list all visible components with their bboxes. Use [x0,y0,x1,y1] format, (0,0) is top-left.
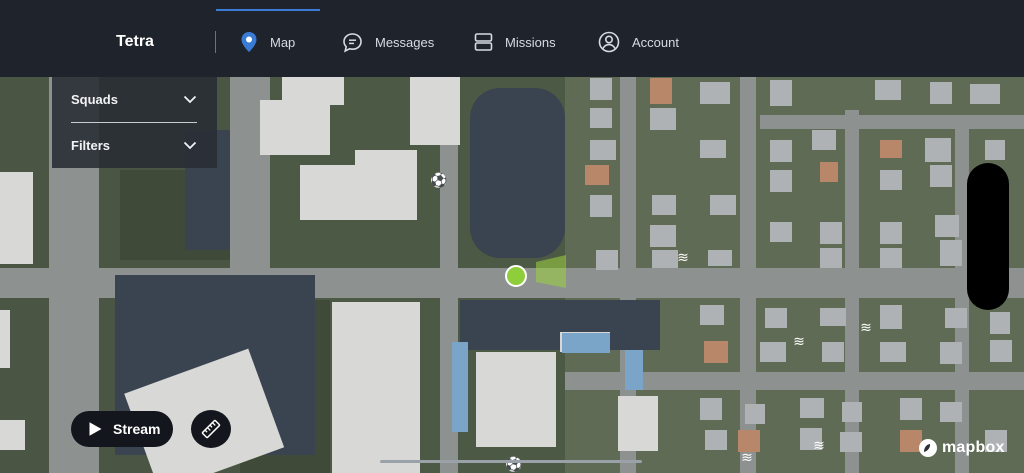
sports-field-icon: ⚽ [505,456,523,472]
squads-dropdown[interactable]: Squads [71,77,197,121]
filters-label: Filters [71,137,111,153]
stream-button[interactable]: Stream [71,411,173,447]
filters-dropdown[interactable]: Filters [71,123,197,167]
side-filter-panel: Squads Filters [52,77,217,168]
nav-item-missions[interactable]: Missions [474,30,556,54]
attribution-text: mapbox [942,439,1005,456]
user-location-marker[interactable] [505,265,527,287]
swimming-pool-icon: ≋ [860,319,872,335]
app-title: Tetra [116,33,154,50]
missions-icon [474,33,493,51]
nav-item-map[interactable]: Map [240,30,295,54]
account-circle-icon [598,31,620,53]
mapbox-logo-icon [919,439,937,457]
chat-bubble-icon [343,32,362,52]
nav-item-account[interactable]: Account [598,30,679,54]
swimming-pool-icon: ≋ [793,333,805,349]
swimming-pool-icon: ≋ [741,449,753,465]
nav-item-label: Account [632,34,679,50]
home-indicator [380,460,642,463]
active-tab-indicator [216,9,320,11]
map-pin-icon [241,32,257,52]
swimming-pool-icon: ≋ [813,437,825,453]
squads-label: Squads [71,91,118,107]
chevron-down-icon [183,141,197,149]
nav-item-label: Map [270,34,296,50]
swimming-pool-icon: ≋ [677,249,689,265]
map-scroll-handle[interactable] [967,163,1009,310]
stream-label: Stream [113,421,161,437]
ruler-icon [201,419,221,439]
measure-button[interactable] [191,410,231,448]
nav-item-label: Missions [505,34,556,50]
play-icon [89,422,102,436]
sports-field-icon: ⚽ [430,172,448,188]
nav-item-messages[interactable]: Messages [342,30,434,54]
navbar-divider [215,31,216,53]
nav-item-label: Messages [375,34,435,50]
mapbox-attribution[interactable]: mapbox [918,438,1005,458]
chevron-down-icon [183,95,197,103]
top-navbar: Tetra Map Messages Missions Account [0,0,1024,77]
